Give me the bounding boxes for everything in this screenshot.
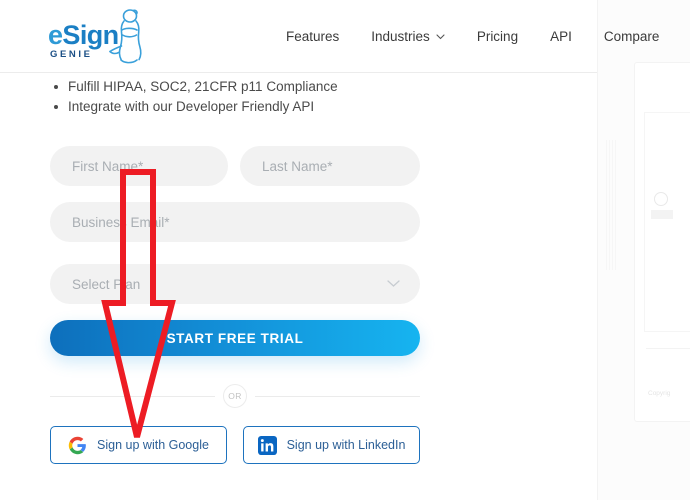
- divider-line-left: [50, 395, 215, 397]
- logo[interactable]: eSign GENIE: [48, 8, 156, 68]
- nav-item-compare[interactable]: Compare: [588, 0, 676, 73]
- logo-wordmark: eSign: [48, 20, 119, 50]
- business-email-placeholder: Business Email*: [72, 214, 170, 230]
- right-side-panel: Copyrig: [597, 0, 690, 500]
- or-divider: OR: [50, 384, 420, 408]
- main-nav: Features Industries Pricing API Compare …: [270, 0, 690, 73]
- nav-item-api[interactable]: API: [534, 0, 588, 73]
- bullet-item: Fulfill HIPAA, SOC2, 21CFR p11 Complianc…: [50, 77, 470, 97]
- nav-label: Industries: [371, 29, 430, 44]
- start-free-trial-button[interactable]: START FREE TRIAL: [50, 320, 420, 356]
- panel-document-body: [644, 112, 690, 332]
- panel-stripes: [606, 140, 618, 270]
- linkedin-button-label: Sign up with LinkedIn: [286, 438, 406, 452]
- panel-placeholder-bar: [651, 210, 673, 219]
- select-plan-placeholder: Select Plan: [72, 276, 141, 292]
- select-plan-dropdown[interactable]: Select Plan: [50, 264, 420, 304]
- signup-with-linkedin-button[interactable]: Sign up with LinkedIn: [243, 426, 420, 464]
- nav-item-features[interactable]: Features: [270, 0, 355, 73]
- nav-label: API: [550, 29, 572, 44]
- signup-with-google-button[interactable]: Sign up with Google: [50, 426, 227, 464]
- first-name-placeholder: First Name*: [72, 158, 144, 174]
- lock-icon: [654, 192, 668, 206]
- nav-item-industries[interactable]: Industries: [355, 0, 461, 73]
- first-name-field[interactable]: First Name*: [50, 146, 228, 186]
- linkedin-in-icon: [257, 435, 277, 455]
- chevron-down-icon: [387, 280, 400, 287]
- chevron-down-icon: [436, 33, 445, 39]
- nav-item-pricing[interactable]: Pricing: [461, 0, 534, 73]
- nav-label: Features: [286, 29, 340, 44]
- social-signup-group: Sign up with Google Sign up with LinkedI…: [50, 426, 420, 464]
- last-name-placeholder: Last Name*: [262, 158, 333, 174]
- divider-line-right: [255, 395, 420, 397]
- bullet-item: Integrate with our Developer Friendly AP…: [50, 97, 470, 117]
- logo-subtext: GENIE: [50, 49, 93, 60]
- cta-label: START FREE TRIAL: [166, 330, 304, 346]
- annotation-arrow-overlay: [101, 169, 176, 438]
- google-g-icon: [68, 436, 86, 454]
- signup-page: drive deals, smart contract eSign Genie …: [0, 0, 690, 500]
- panel-copyright-text: Copyrig: [648, 390, 671, 397]
- last-name-field[interactable]: Last Name*: [240, 146, 420, 186]
- business-email-field[interactable]: Business Email*: [50, 202, 420, 242]
- nav-item-integrations[interactable]: Integrations: [675, 0, 690, 73]
- site-header: eSign GENIE Features Industries Pricing …: [0, 0, 659, 73]
- panel-divider: [646, 348, 690, 349]
- nav-label: Pricing: [476, 29, 519, 44]
- or-badge: OR: [223, 384, 247, 408]
- google-button-label: Sign up with Google: [97, 438, 209, 452]
- nav-label: Compare: [603, 29, 660, 44]
- feature-bullet-list: Fulfill HIPAA, SOC2, 21CFR p11 Complianc…: [50, 77, 470, 117]
